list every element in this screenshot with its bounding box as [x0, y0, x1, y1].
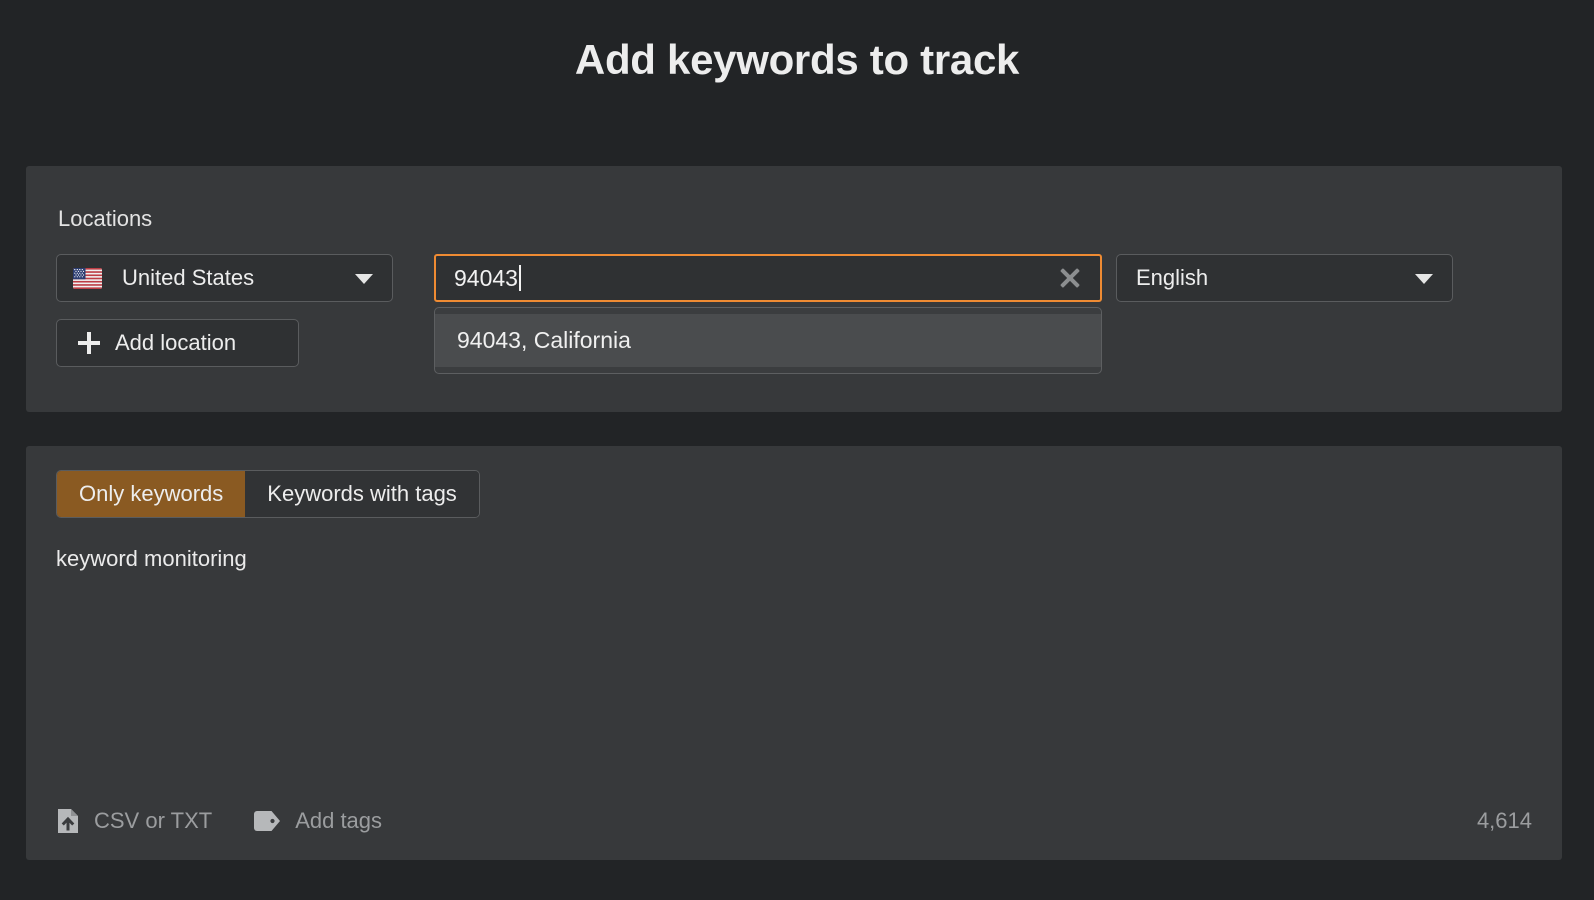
keywords-textarea[interactable]: keyword monitoring — [56, 544, 1532, 780]
tab-keywords-with-tags[interactable]: Keywords with tags — [245, 471, 479, 517]
location-suggestions-dropdown: 94043, California — [434, 307, 1102, 374]
country-select-value: United States — [122, 265, 255, 290]
page-title: Add keywords to track — [574, 36, 1020, 83]
keywords-mode-tabs: Only keywords Keywords with tags — [56, 470, 480, 518]
keywords-panel: Only keywords Keywords with tags keyword… — [26, 446, 1562, 860]
us-flag-icon — [73, 267, 102, 289]
tab-only-keywords[interactable]: Only keywords — [57, 471, 246, 517]
add-location-label: Add location — [115, 330, 237, 355]
keyword-entry: keyword monitoring — [56, 546, 247, 571]
location-suggestion-item[interactable]: 94043, California — [435, 314, 1101, 367]
add-tags-button[interactable]: Add tags — [254, 808, 382, 834]
language-select[interactable]: English — [1116, 254, 1453, 302]
close-icon[interactable] — [1058, 266, 1082, 290]
file-upload-icon — [56, 807, 80, 835]
plus-icon — [78, 332, 100, 354]
keywords-footer: CSV or TXT Add tags 4,614 — [56, 804, 1532, 838]
chevron-down-icon — [1415, 274, 1433, 284]
tag-icon — [254, 811, 281, 831]
location-search-value: 94043 — [454, 264, 521, 292]
locations-panel: Locations United States Add location 940… — [26, 166, 1562, 412]
locations-section-label: Locations — [58, 206, 153, 231]
language-select-value: English — [1136, 265, 1209, 290]
add-tags-label: Add tags — [295, 808, 383, 833]
upload-csv-button[interactable]: CSV or TXT — [56, 807, 212, 835]
add-keywords-dialog: Add keywords to track Locations United S… — [0, 0, 1594, 900]
add-location-button[interactable]: Add location — [56, 319, 299, 367]
country-select[interactable]: United States — [56, 254, 393, 302]
keywords-counter: 4,614 — [1476, 808, 1532, 833]
location-search-wrap: 94043 94043, California — [434, 254, 1102, 374]
chevron-down-icon — [355, 274, 373, 284]
upload-csv-label: CSV or TXT — [94, 808, 213, 833]
location-search-input[interactable]: 94043 — [434, 254, 1102, 302]
